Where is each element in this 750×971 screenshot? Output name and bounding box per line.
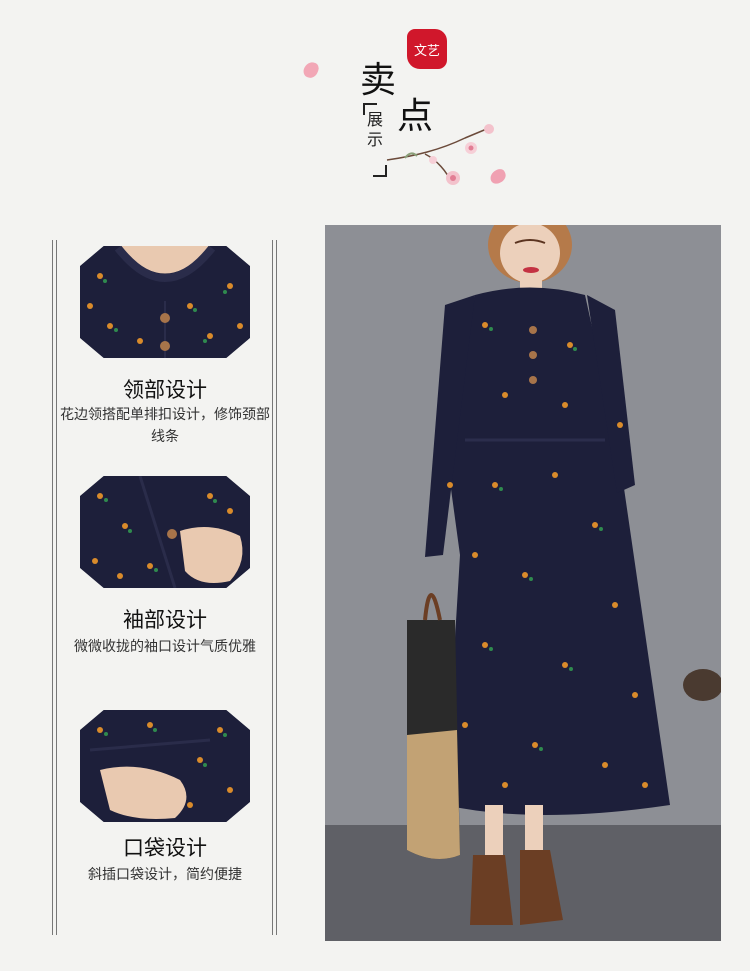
- feature-title: 袖部设计: [123, 608, 207, 632]
- sleeve-detail-image: [80, 476, 250, 588]
- title-char-1: 卖: [360, 60, 397, 101]
- section-title: 文艺 卖 点 展示: [355, 25, 495, 195]
- divider-line-left: [52, 240, 53, 935]
- petal-decoration: [301, 60, 321, 80]
- collar-detail-image: [80, 246, 250, 358]
- feature-title: 领部设计: [123, 378, 207, 402]
- pocket-detail-image: [80, 710, 250, 822]
- main-product-photo: [325, 225, 721, 941]
- divider-line-right: [272, 240, 273, 935]
- feature-description: 微微收拢的袖口设计气质优雅: [74, 639, 256, 655]
- divider-line-right-inner: [276, 240, 277, 935]
- feature-title: 口袋设计: [123, 836, 207, 860]
- model-in-floral-dress-icon: [325, 225, 721, 941]
- pocket-closeup-icon: [80, 710, 250, 822]
- flower-branch-icon: [386, 124, 494, 185]
- divider-line-left-inner: [56, 240, 57, 935]
- cuff-closeup-icon: [80, 476, 250, 588]
- collar-closeup-icon: [80, 246, 250, 358]
- seal-stamp: 文艺: [407, 29, 447, 69]
- feature-description: 花边领搭配单排扣设计，修饰颈部线条: [60, 407, 270, 445]
- seal-text: 文艺: [413, 43, 440, 59]
- feature-description: 斜插口袋设计，简约便捷: [88, 867, 242, 883]
- title-subtitle: 展示: [364, 111, 383, 151]
